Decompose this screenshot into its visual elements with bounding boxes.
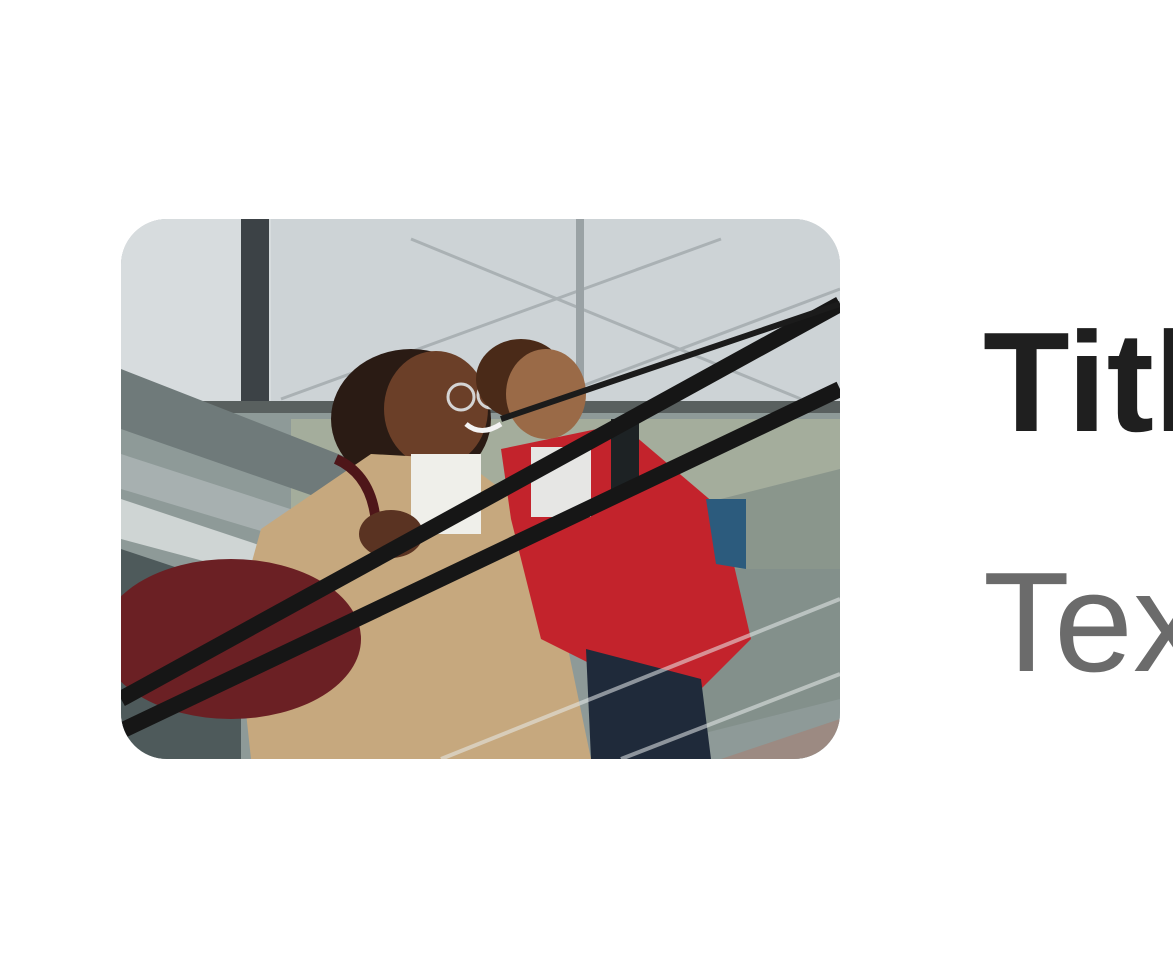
escalator-photo — [121, 219, 840, 759]
card-image — [121, 219, 840, 759]
card-text: Text — [983, 543, 1173, 702]
card-title: Title — [983, 303, 1173, 462]
card-row: Title Text — [0, 0, 1173, 976]
